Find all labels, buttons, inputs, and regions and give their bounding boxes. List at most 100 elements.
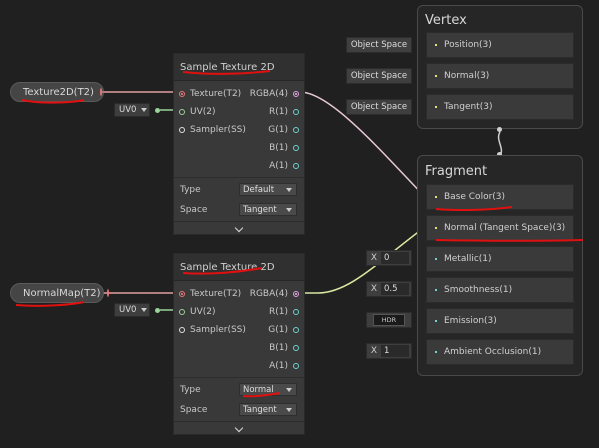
float-port-icon xyxy=(435,289,437,291)
port-label: UV(2) xyxy=(190,107,216,117)
float-port-icon xyxy=(293,309,299,315)
divider xyxy=(174,377,304,378)
output-port-r[interactable]: R(1) xyxy=(269,307,299,317)
smoothness-input[interactable]: 0.5 xyxy=(381,283,409,295)
input-port-uv[interactable]: UV(2) xyxy=(179,107,216,117)
expand-button[interactable] xyxy=(174,422,304,436)
x-label: X xyxy=(370,253,378,263)
space-label: Space xyxy=(180,205,208,215)
texture-port-icon[interactable] xyxy=(99,88,105,96)
input-port-texture[interactable]: Texture(T2) xyxy=(179,89,241,99)
type-label: Type xyxy=(180,385,201,395)
sampler-port-icon xyxy=(179,327,185,333)
block-label: Emission(3) xyxy=(444,316,497,326)
smoothness-value-field[interactable]: X 0.5 xyxy=(366,281,412,297)
output-port-g[interactable]: G(1) xyxy=(268,125,299,135)
vertex-stack[interactable]: Vertex Position(3) Normal(3) Tangent(3) xyxy=(417,5,583,129)
chevron-down-icon xyxy=(234,423,244,432)
output-port-rgba[interactable]: RGBA(4) xyxy=(250,289,299,299)
fragment-block-base-color[interactable]: Base Color(3) xyxy=(426,184,574,210)
port-label: UV(2) xyxy=(190,307,216,317)
output-port-a[interactable]: A(1) xyxy=(269,361,299,371)
float-port-icon xyxy=(293,145,299,151)
object-space-select-normal[interactable]: Object Space xyxy=(346,68,412,84)
port-label: G(1) xyxy=(268,325,288,335)
sampler-port-icon xyxy=(179,127,185,133)
input-port-texture[interactable]: Texture(T2) xyxy=(179,289,241,299)
output-port-g[interactable]: G(1) xyxy=(268,325,299,335)
sample-texture-node-2[interactable]: Sample Texture 2D Texture(T2) UV(2) Samp… xyxy=(173,253,305,435)
texture-port-icon xyxy=(179,91,185,97)
port-label: Sampler(SS) xyxy=(190,325,246,335)
float-port-icon xyxy=(293,363,299,369)
space-label: Space xyxy=(180,405,208,415)
output-port-a[interactable]: A(1) xyxy=(269,161,299,171)
emission-color-field[interactable]: HDR xyxy=(366,312,412,328)
object-space-select-tangent[interactable]: Object Space xyxy=(346,99,412,115)
type-dropdown[interactable]: Normal xyxy=(239,383,297,396)
sample-texture-node-1[interactable]: Sample Texture 2D Texture(T2) UV(2) Samp… xyxy=(173,53,305,235)
block-label: Ambient Occlusion(1) xyxy=(444,347,542,357)
chevron-down-icon xyxy=(286,188,292,192)
type-dropdown[interactable]: Default xyxy=(239,183,297,196)
fragment-block-ambient-occlusion[interactable]: Ambient Occlusion(1) xyxy=(426,339,574,365)
chevron-down-icon xyxy=(141,308,148,312)
float-port-icon xyxy=(293,345,299,351)
uv-port-icon xyxy=(155,308,160,313)
vertex-block-tangent[interactable]: Tangent(3) xyxy=(426,94,574,120)
texture-port-icon[interactable] xyxy=(106,289,112,297)
vertex-block-normal[interactable]: Normal(3) xyxy=(426,63,574,89)
space-dropdown[interactable]: Tangent xyxy=(239,203,297,216)
ao-input[interactable]: 1 xyxy=(381,345,409,357)
chevron-down-icon xyxy=(234,223,244,232)
vertex-block-position[interactable]: Position(3) xyxy=(426,32,574,58)
input-port-sampler[interactable]: Sampler(SS) xyxy=(179,325,246,335)
output-port-rgba[interactable]: RGBA(4) xyxy=(250,89,299,99)
port-label: A(1) xyxy=(269,161,288,171)
uv-port-icon xyxy=(179,309,185,315)
uv-channel-select-1[interactable]: UV0 xyxy=(114,103,150,117)
x-label: X xyxy=(370,284,378,294)
fragment-title: Fragment xyxy=(425,164,488,179)
hdr-swatch[interactable]: HDR xyxy=(373,314,405,326)
float-port-icon xyxy=(293,127,299,133)
output-port-b[interactable]: B(1) xyxy=(269,143,299,153)
property-normalmap[interactable]: NormalMap(T2) xyxy=(10,283,112,303)
uv-channel-select-2[interactable]: UV0 xyxy=(114,303,150,317)
space-value: Tangent xyxy=(243,404,277,415)
type-value: Normal xyxy=(243,384,274,395)
object-space-select-position[interactable]: Object Space xyxy=(346,37,412,53)
port-label: Texture(T2) xyxy=(190,89,242,99)
chevron-down-icon xyxy=(286,388,292,392)
uv-port-icon xyxy=(179,109,185,115)
output-port-r[interactable]: R(1) xyxy=(269,107,299,117)
node-title: Sample Texture 2D xyxy=(174,54,304,81)
input-port-sampler[interactable]: Sampler(SS) xyxy=(179,125,246,135)
fragment-block-normal[interactable]: Normal (Tangent Space)(3) xyxy=(426,215,574,241)
space-dropdown[interactable]: Tangent xyxy=(239,403,297,416)
input-port-uv[interactable]: UV(2) xyxy=(179,307,216,317)
expand-button[interactable] xyxy=(174,222,304,236)
block-label: Base Color(3) xyxy=(444,192,506,202)
fragment-block-emission[interactable]: Emission(3) xyxy=(426,308,574,334)
fragment-block-metallic[interactable]: Metallic(1) xyxy=(426,246,574,272)
fragment-stack[interactable]: Fragment Base Color(3) Normal (Tangent S… xyxy=(417,155,583,376)
node-title: Sample Texture 2D xyxy=(174,254,304,281)
port-label: G(1) xyxy=(268,125,288,135)
connector-dot-icon xyxy=(497,127,502,132)
space-value: Tangent xyxy=(243,204,277,215)
type-value: Default xyxy=(243,184,275,195)
rgba-port-icon xyxy=(293,291,299,297)
fragment-block-smoothness[interactable]: Smoothness(1) xyxy=(426,277,574,303)
port-label: B(1) xyxy=(269,343,288,353)
block-label: Normal(3) xyxy=(444,71,490,81)
property-texture2d[interactable]: Texture2D(T2) xyxy=(10,82,105,102)
ao-value-field[interactable]: X1 xyxy=(366,343,412,359)
divider xyxy=(174,177,304,178)
metallic-input[interactable]: 0 xyxy=(381,252,409,264)
chevron-down-icon xyxy=(286,408,292,412)
port-label: RGBA(4) xyxy=(249,289,288,299)
port-label: RGBA(4) xyxy=(249,89,288,99)
output-port-b[interactable]: B(1) xyxy=(269,343,299,353)
metallic-value-field[interactable]: X0 xyxy=(366,250,412,266)
